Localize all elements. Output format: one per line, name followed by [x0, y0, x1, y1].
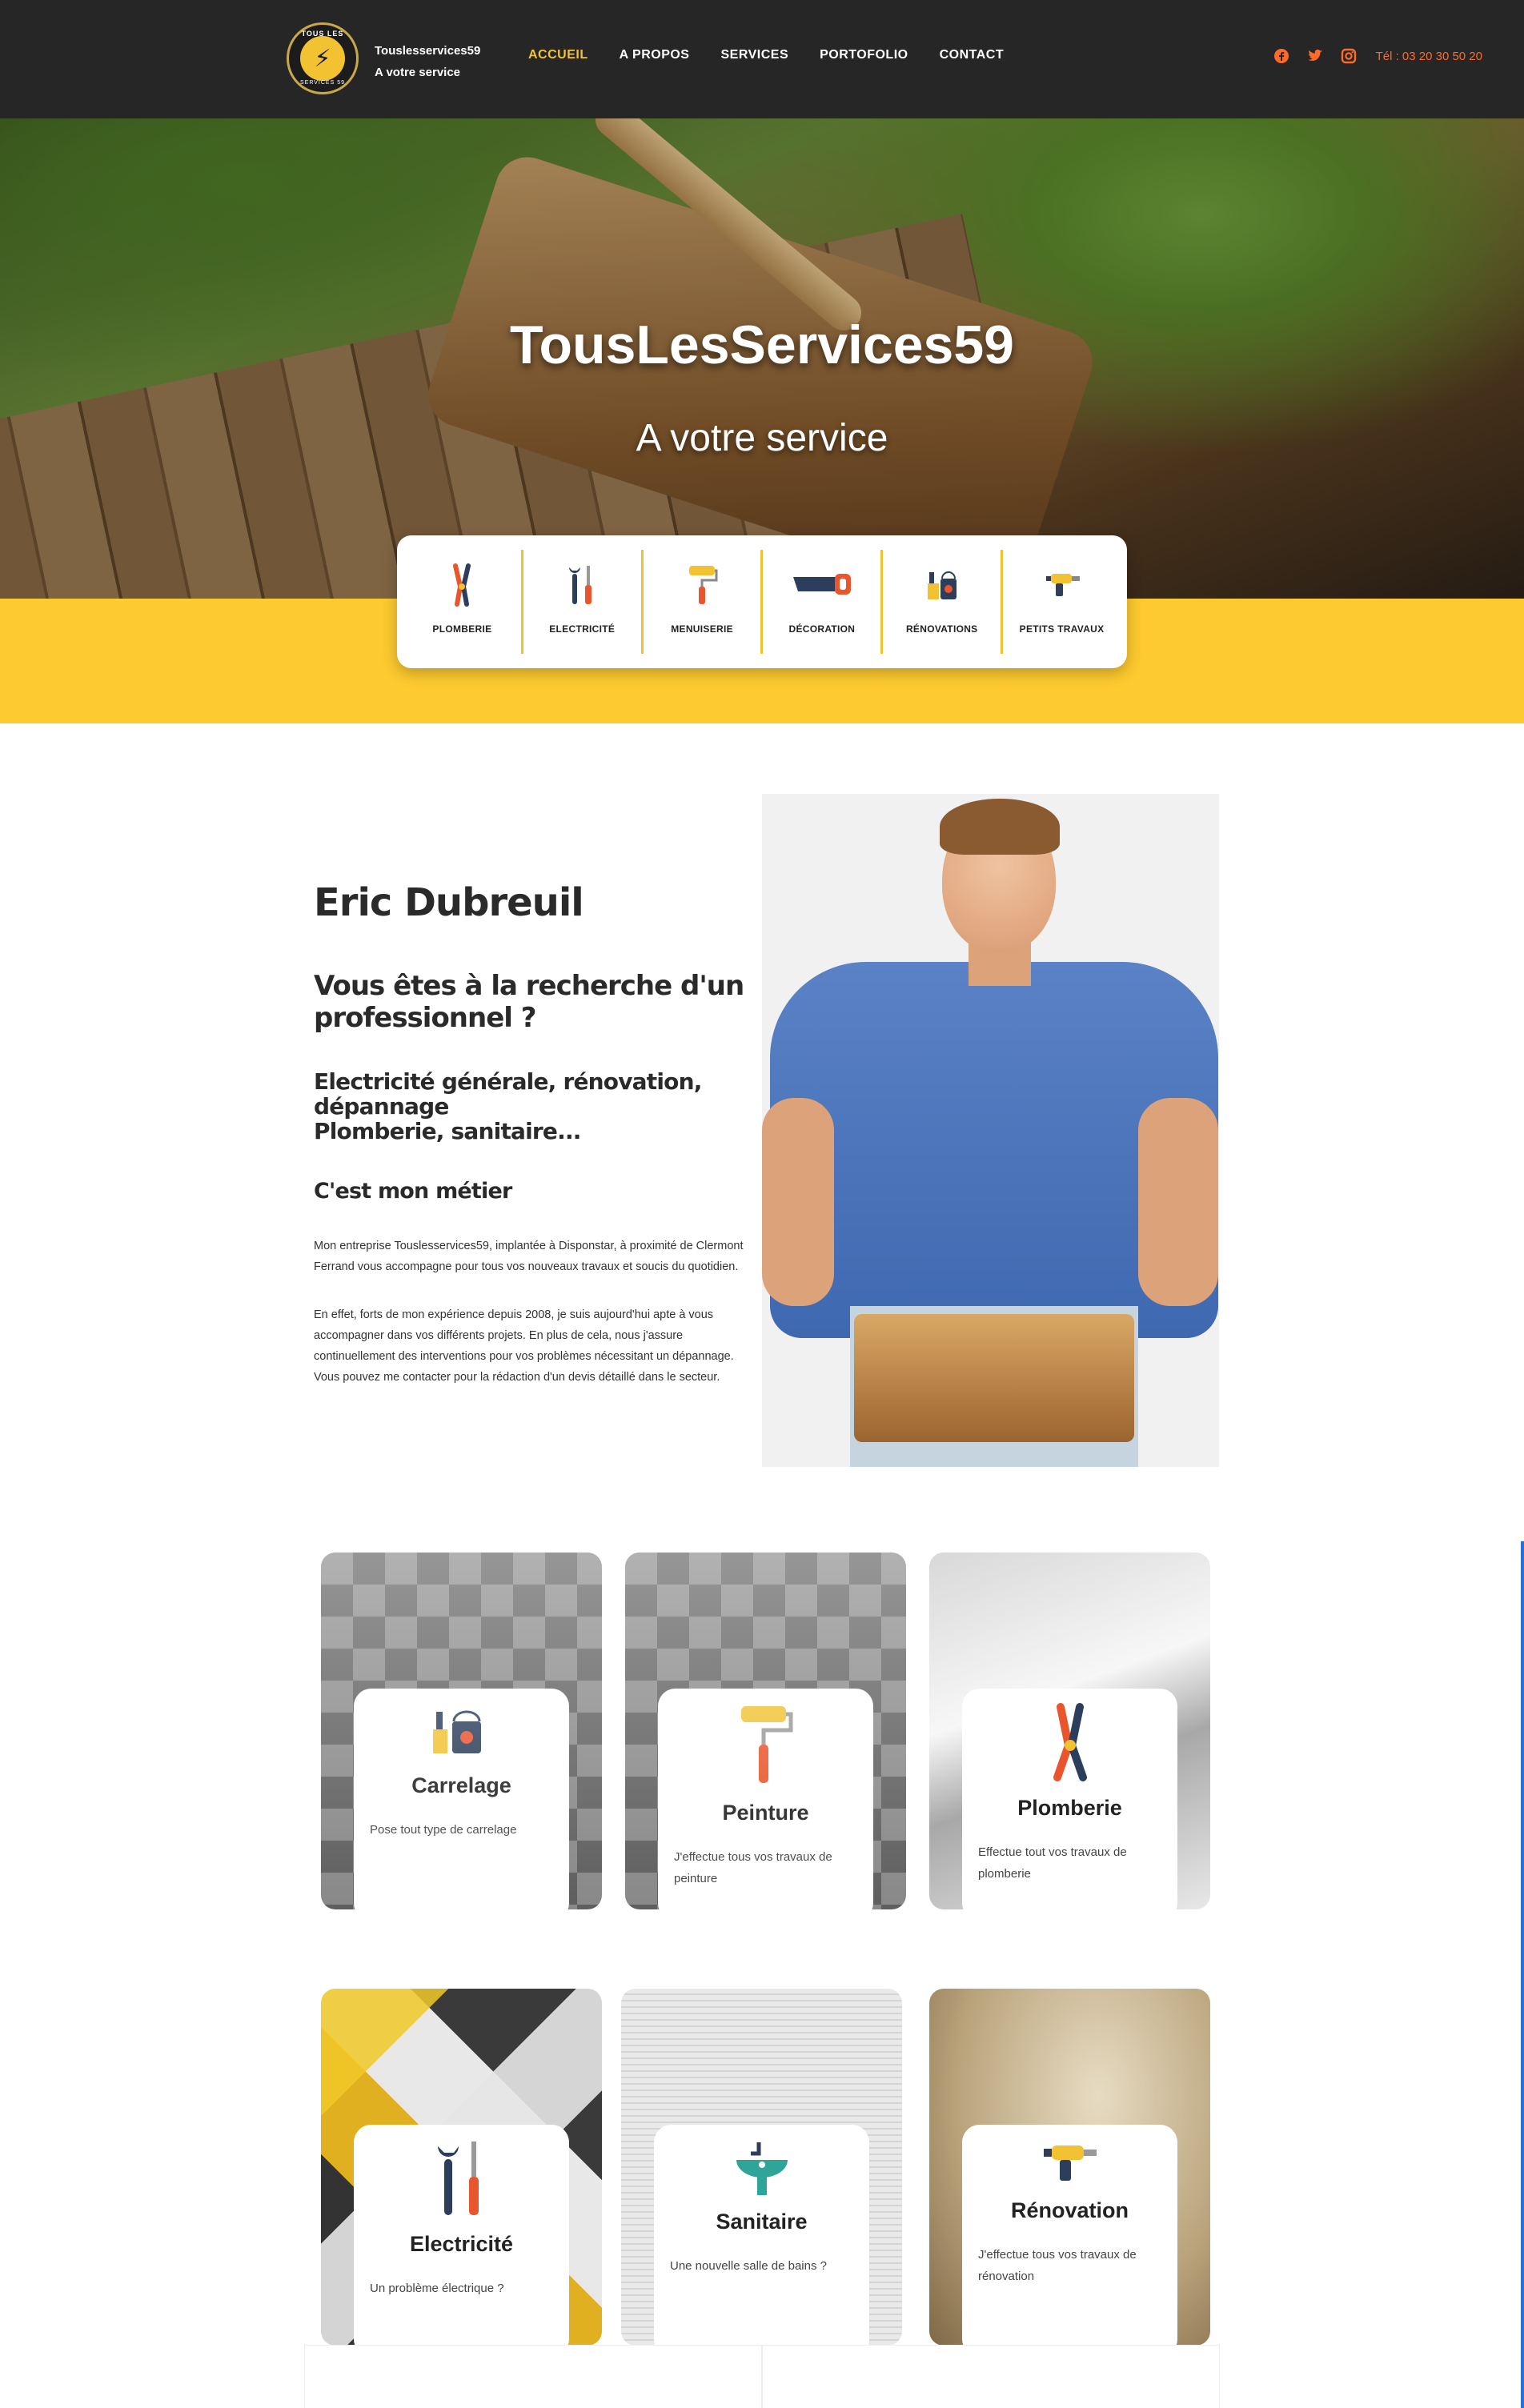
- service-renovations-label: RÉNOVATIONS: [905, 623, 978, 635]
- service-petits-travaux-label: PETITS TRAVAUX: [1019, 623, 1105, 635]
- card-title: Plomberie: [1017, 1796, 1122, 1820]
- service-decoration-label: DÉCORATION: [788, 623, 856, 635]
- social-links: Tél : 03 20 30 50 20: [1273, 48, 1482, 64]
- hero-subtitle: A votre service: [636, 417, 888, 459]
- about-section: Eric Dubreuil Vous êtes à la recherche d…: [314, 880, 746, 1388]
- card-title: Carrelage: [411, 1773, 511, 1797]
- about-name: Eric Dubreuil: [314, 880, 584, 925]
- card-description: Un problème électrique ?: [370, 2282, 504, 2295]
- service-menuiserie-label: MENUISERIE: [671, 623, 733, 635]
- card-description: Pose tout type de carrelage: [370, 1823, 517, 1837]
- brand-tagline: A votre service: [375, 66, 461, 79]
- phone-number[interactable]: Tél : 03 20 30 50 20: [1376, 50, 1482, 63]
- service-decoration[interactable]: DÉCORATION: [763, 550, 884, 654]
- hero-title: TousLesServices59: [510, 315, 1014, 375]
- logo-emblem: ⚡: [300, 36, 345, 81]
- card-renovation[interactable]: Rénovation J'effectue tous vos travaux d…: [929, 1989, 1210, 2346]
- service-petits-travaux[interactable]: PETITS TRAVAUX: [1003, 550, 1121, 654]
- next-section-boxes: [304, 2345, 1220, 2408]
- service-plomberie[interactable]: PLOMBERIE: [403, 550, 523, 654]
- drill-icon: [962, 2138, 1177, 2186]
- about-specialties-line2: Plomberie, sanitaire...: [314, 1118, 581, 1144]
- logo-text-top: TOUS LES: [301, 30, 344, 38]
- scroll-indicator[interactable]: [1521, 1541, 1524, 2408]
- about-specialties-line1: Electricité générale, rénovation, dépann…: [314, 1068, 702, 1120]
- card-title: Peinture: [722, 1801, 809, 1825]
- service-menuiserie[interactable]: MENUISERIE: [644, 550, 764, 654]
- about-paragraph-1: Mon entreprise Touslesservices59, implan…: [314, 1240, 744, 1273]
- screwdriver-wrench-icon: [564, 561, 600, 609]
- paint-bucket-icon: [354, 1701, 569, 1761]
- paint-bucket-icon: [923, 561, 961, 609]
- card-plomberie[interactable]: Plomberie Effectue tout vos travaux de p…: [929, 1553, 1210, 1909]
- screwdriver-wrench-icon: [354, 2138, 569, 2219]
- about-tagline: C'est mon métier: [314, 1179, 512, 1204]
- top-navigation-bar: TOUS LES ⚡ SERVICES 59 Touslesservices59…: [0, 0, 1524, 118]
- nav-portofolio[interactable]: PORTOFOLIO: [820, 48, 908, 62]
- service-electricite[interactable]: ELECTRICITÉ: [523, 550, 644, 654]
- card-electricite[interactable]: Electricité Un problème électrique ?: [321, 1989, 602, 2346]
- sink-icon: [654, 2138, 869, 2197]
- brand-name: Touslesservices59: [375, 44, 481, 58]
- service-shortcut-bar: PLOMBERIE ELECTRICITÉ MENUISERIE DÉCORAT…: [397, 535, 1127, 668]
- brand-block[interactable]: Touslesservices59 A votre service: [375, 40, 480, 83]
- card-carrelage[interactable]: Carrelage Pose tout type de carrelage: [321, 1553, 602, 1909]
- card-peinture[interactable]: Peinture J'effectue tous vos travaux de …: [625, 1553, 906, 1909]
- about-paragraph-2: En effet, forts de mon expérience depuis…: [314, 1308, 734, 1384]
- card-title: Sanitaire: [716, 2210, 808, 2234]
- card-description: J'effectue tous vos travaux de rénovatio…: [978, 2248, 1137, 2283]
- nav-contact[interactable]: CONTACT: [940, 48, 1005, 62]
- facebook-icon[interactable]: [1273, 48, 1289, 64]
- service-plomberie-label: PLOMBERIE: [432, 623, 492, 635]
- site-logo[interactable]: TOUS LES ⚡ SERVICES 59: [287, 22, 359, 94]
- card-sanitaire[interactable]: Sanitaire Une nouvelle salle de bains ?: [621, 1989, 902, 2346]
- nav-accueil[interactable]: ACCUEIL: [528, 48, 588, 62]
- hero-banner: TousLesServices59 A votre service: [0, 118, 1524, 599]
- pliers-icon: [962, 1701, 1177, 1783]
- paint-roller-icon: [658, 1701, 873, 1788]
- service-electricite-label: ELECTRICITÉ: [549, 623, 616, 635]
- card-description: J'effectue tous vos travaux de peinture: [674, 1850, 832, 1885]
- service-renovations[interactable]: RÉNOVATIONS: [883, 550, 1004, 654]
- card-title: Rénovation: [1010, 2198, 1129, 2222]
- instagram-icon[interactable]: [1341, 48, 1357, 64]
- saw-icon: [790, 561, 854, 609]
- card-description: Une nouvelle salle de bains ?: [670, 2259, 827, 2273]
- nav-a-propos[interactable]: A PROPOS: [620, 48, 690, 62]
- portrait-photo: [762, 794, 1219, 1467]
- pliers-icon: [444, 561, 479, 609]
- drill-icon: [1043, 561, 1081, 609]
- card-description: Effectue tout vos travaux de plomberie: [978, 1845, 1127, 1881]
- nav-services[interactable]: SERVICES: [720, 48, 788, 62]
- paint-roller-icon: [684, 561, 720, 609]
- card-title: Electricité: [409, 2232, 514, 2256]
- about-heading: Vous êtes à la recherche d'un profession…: [314, 970, 744, 1034]
- logo-text-bottom: SERVICES 59: [299, 80, 345, 86]
- main-nav: ACCUEIL A PROPOS SERVICES PORTOFOLIO CON…: [528, 48, 1035, 62]
- about-specialties: Electricité générale, rénovation, dépann…: [314, 1069, 746, 1144]
- twitter-icon[interactable]: [1307, 48, 1323, 64]
